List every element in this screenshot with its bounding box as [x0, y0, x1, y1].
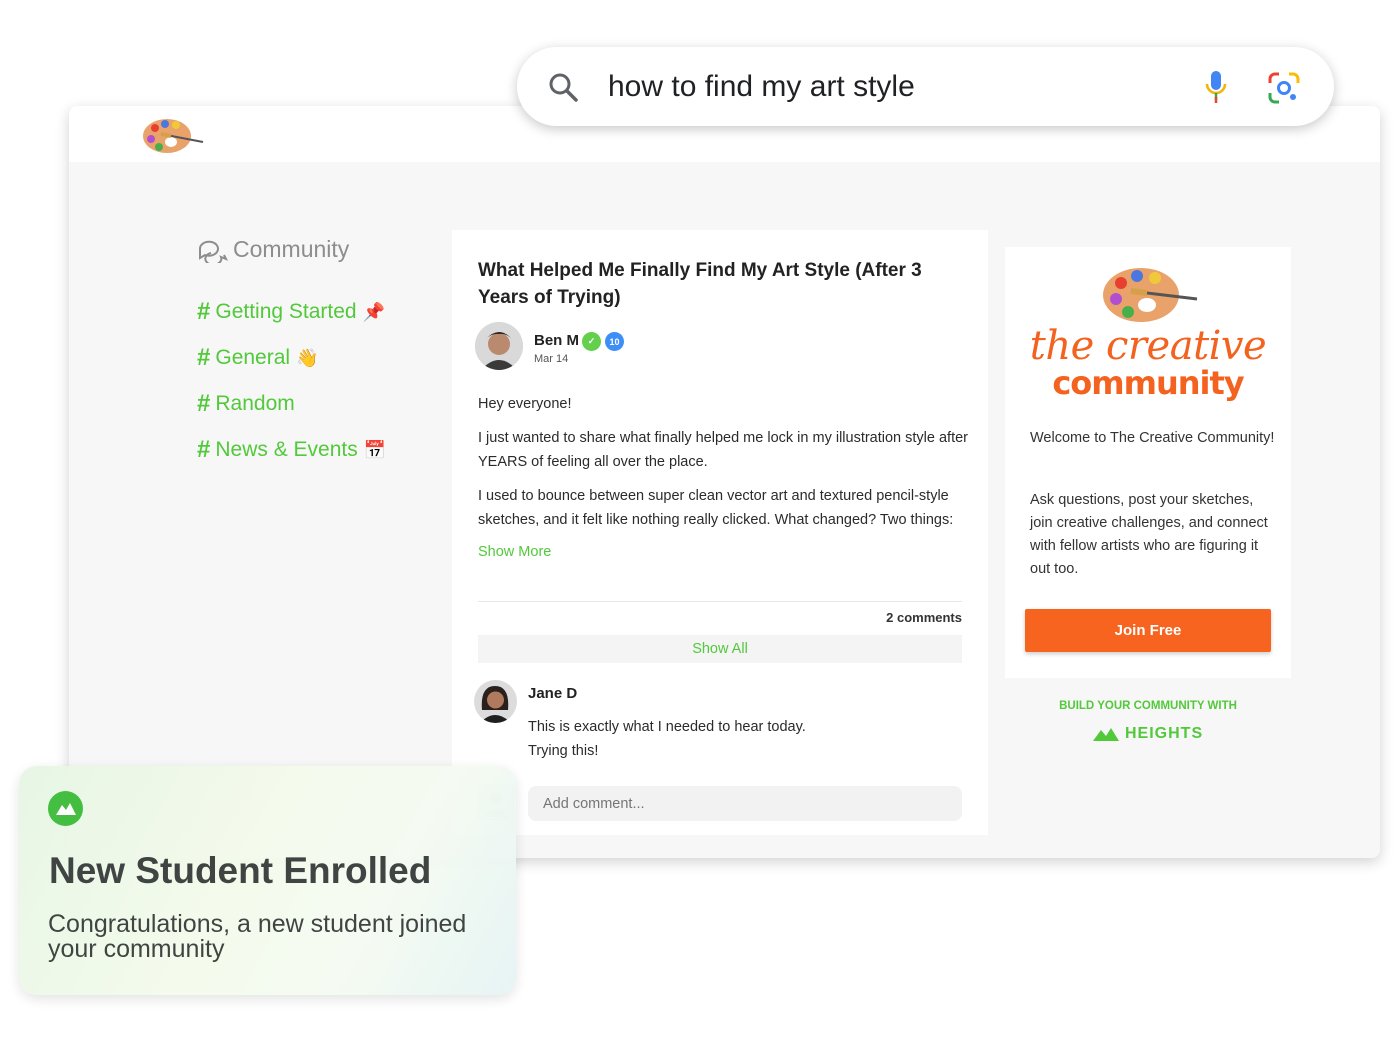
post-title[interactable]: What Helped Me Finally Find My Art Style…: [478, 257, 958, 311]
community-description: Ask questions, post your sketches, join …: [1030, 492, 1268, 577]
post-paragraph: Hey everyone!: [478, 396, 572, 412]
welcome-text: Welcome to The Creative Community!: [1030, 430, 1275, 446]
nav-item-label: Getting Started: [215, 300, 357, 323]
brand-title-line2: community: [1052, 364, 1244, 402]
mountains-icon: [1093, 728, 1119, 741]
microphone-icon[interactable]: [1203, 69, 1229, 105]
nav-item-label: General: [215, 346, 291, 369]
level-leaf-icon: ✓: [582, 332, 601, 351]
hash-icon: #: [197, 436, 211, 463]
chat-bubbles-icon: [198, 240, 229, 263]
nav-item-general[interactable]: # General 👋: [197, 344, 319, 372]
nav-item-news-events[interactable]: # News & Events 📅: [197, 436, 386, 464]
commenter-avatar[interactable]: [474, 680, 517, 723]
comment-text: This is exactly what I needed to hear to…: [528, 715, 928, 763]
hash-icon: #: [197, 390, 211, 417]
show-all-comments-button[interactable]: Show All: [478, 635, 962, 663]
nav-item-random[interactable]: # Random: [197, 390, 295, 418]
post-card: What Helped Me Finally Find My Art Style…: [452, 230, 988, 835]
post-paragraph: I just wanted to share what finally help…: [478, 430, 969, 470]
notification-subtitle: Congratulations, a new student joined yo…: [48, 910, 467, 963]
heights-mountain-icon: [48, 791, 83, 826]
author-avatar[interactable]: [475, 322, 523, 370]
comment-author-name[interactable]: Jane D: [528, 685, 577, 702]
post-paragraph: I used to bounce between super clean vec…: [478, 488, 954, 528]
hash-icon: #: [197, 298, 211, 325]
add-comment-input[interactable]: [528, 786, 962, 821]
heights-brand-link[interactable]: HEIGHTS: [1093, 725, 1203, 743]
nav-item-getting-started[interactable]: # Getting Started 📌: [197, 298, 385, 326]
notification-title: New Student Enrolled: [49, 850, 432, 891]
search-bar[interactable]: how to find my art style: [517, 47, 1334, 126]
points-badge: 10: [605, 332, 624, 351]
post-date: Mar 14: [534, 353, 569, 365]
comment-text-line: This is exactly what I needed to hear to…: [528, 719, 806, 735]
search-input[interactable]: how to find my art style: [608, 69, 915, 105]
heights-label: HEIGHTS: [1125, 725, 1204, 742]
comments-count[interactable]: 2 comments: [886, 610, 962, 625]
community-nav-title[interactable]: Community: [197, 236, 349, 263]
community-nav-label: Community: [233, 236, 350, 262]
nav-item-label: Random: [215, 392, 295, 415]
pushpin-icon: 📌: [362, 301, 386, 322]
build-with-label: BUILD YOUR COMMUNITY WITH: [1059, 700, 1237, 712]
palette-logo-icon: [1103, 268, 1198, 322]
divider: [478, 601, 962, 602]
waving-hand-icon: 👋: [296, 347, 319, 368]
enrollment-notification[interactable]: New Student Enrolled Congratulations, a …: [19, 766, 516, 995]
post-author-name[interactable]: Ben M: [534, 332, 579, 349]
join-free-button[interactable]: Join Free: [1025, 609, 1271, 652]
palette-logo-icon[interactable]: [141, 112, 205, 156]
google-lens-icon[interactable]: [1267, 71, 1301, 105]
calendar-icon: 📅: [363, 439, 387, 460]
comment-text-line: Trying this!: [528, 743, 599, 759]
nav-item-label: News & Events: [215, 438, 358, 461]
community-info-card: the creative community Welcome to The Cr…: [1005, 247, 1291, 678]
hash-icon: #: [197, 344, 211, 371]
search-icon[interactable]: [547, 71, 579, 103]
brand-title-line1: the creative: [1029, 323, 1267, 369]
show-more-link[interactable]: Show More: [478, 544, 551, 560]
